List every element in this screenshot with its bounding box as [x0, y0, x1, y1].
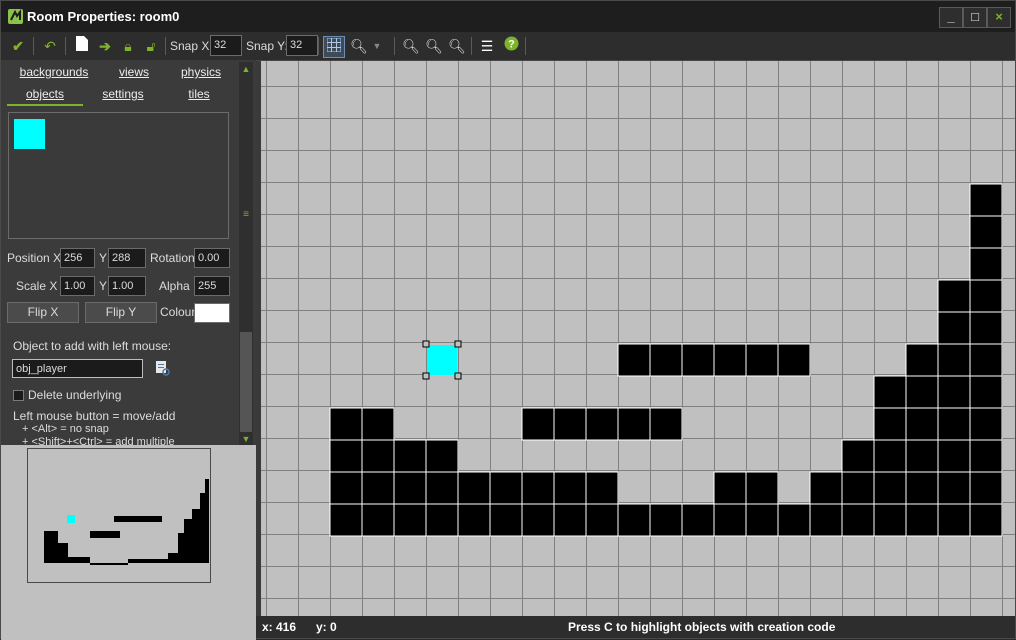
room-editor-canvas[interactable] — [261, 61, 1015, 616]
status-bar: x: 416 y: 0 Press C to highlight objects… — [256, 616, 1015, 638]
window-title: Room Properties: room0 — [27, 9, 180, 24]
room-walls — [329, 183, 1003, 537]
flip-x-button[interactable]: Flip X — [7, 302, 79, 323]
zoom-out-icon[interactable]: 🔍︎ — [401, 36, 421, 56]
close-button[interactable]: × — [987, 7, 1011, 28]
room-minimap-panel — [1, 445, 256, 640]
tab-tiles[interactable]: tiles — [161, 84, 237, 104]
unlock-icon[interactable]: 🔓︎ — [141, 36, 161, 56]
checkmark-icon[interactable]: ✔ — [8, 36, 28, 56]
list-icon[interactable]: ☰ — [477, 36, 497, 56]
scroll-thumb[interactable] — [240, 332, 252, 432]
left-panel: backgrounds views physics objects settin… — [1, 60, 256, 640]
position-x-field[interactable]: 256 — [60, 248, 95, 268]
minimize-button[interactable]: _ — [939, 7, 963, 28]
room-minimap[interactable] — [27, 448, 211, 583]
grid-icon[interactable] — [323, 36, 345, 58]
scale-x-field[interactable]: 1.00 — [60, 276, 95, 296]
scale-x-label: Scale X — [16, 279, 58, 293]
zoom-in-icon[interactable]: 🔍︎ — [424, 36, 444, 56]
chevron-down-icon[interactable]: ▼ — [367, 36, 387, 56]
status-message: Press C to highlight objects with creati… — [568, 620, 836, 634]
help-line-1: Left mouse button = move/add — [13, 409, 176, 423]
tab-backgrounds[interactable]: backgrounds — [9, 62, 99, 82]
new-page-icon[interactable] — [72, 36, 92, 56]
scroll-up-icon[interactable]: ▲ — [240, 64, 252, 74]
maximize-button[interactable]: □ — [963, 7, 987, 28]
zoom-dropdown-icon[interactable]: 🔍︎ — [349, 36, 369, 56]
minimap-drawing — [44, 479, 209, 565]
position-y-label: Y — [99, 251, 108, 265]
tab-settings[interactable]: settings — [85, 84, 161, 104]
position-y-field[interactable]: 288 — [108, 248, 146, 268]
scale-y-label: Y — [99, 279, 108, 293]
zoom-reset-icon[interactable]: 🔍︎ — [447, 36, 467, 56]
cursor-x-readout: x: 416 — [262, 620, 297, 634]
delete-underlying-label: Delete underlying — [28, 388, 122, 402]
flip-y-button[interactable]: Flip Y — [85, 302, 157, 323]
rotation-field[interactable]: 0.00 — [194, 248, 230, 268]
scroll-down-icon[interactable]: ▼ — [240, 434, 252, 444]
position-x-label: Position X — [7, 251, 62, 265]
toolbar-separator — [471, 37, 472, 55]
colour-label: Colour — [160, 305, 196, 319]
snap-x-input[interactable]: 32 — [210, 35, 242, 56]
scale-y-field[interactable]: 1.00 — [108, 276, 146, 296]
left-panel-scrollbar[interactable]: ▲ ≡ ▼ — [239, 62, 253, 446]
lock-icon[interactable]: 🔒︎ — [118, 36, 138, 56]
cursor-y-readout: y: 0 — [316, 620, 337, 634]
toolbar-separator — [33, 37, 34, 55]
alpha-field[interactable]: 255 — [194, 276, 230, 296]
toolbar: ✔ ↶ ➔ 🔒︎ 🔓︎ Snap X: 32 Snap Y: 32 🔍︎ ▼ 🔍… — [1, 32, 1015, 61]
room-properties-window: Room Properties: room0 _ □ × ✔ ↶ ➔ 🔒︎ 🔓︎… — [0, 0, 1016, 640]
title-bar: Room Properties: room0 _ □ × — [1, 1, 1015, 32]
snap-y-label: Snap Y: — [246, 39, 288, 53]
object-preview — [8, 112, 229, 239]
tab-physics[interactable]: physics — [156, 62, 246, 82]
toolbar-separator — [65, 37, 66, 55]
alpha-label: Alpha — [159, 279, 190, 293]
toolbar-separator — [525, 37, 526, 55]
object-sprite-preview — [14, 119, 45, 149]
object-name-field[interactable]: obj_player — [12, 359, 143, 378]
snap-y-input[interactable]: 32 — [286, 35, 318, 56]
help-icon[interactable]: ? — [501, 36, 521, 56]
object-picker-icon[interactable] — [156, 361, 170, 376]
rotation-label: Rotation — [150, 251, 195, 265]
player-object[interactable] — [422, 340, 462, 380]
help-line-2: + <Alt> = no snap — [22, 423, 109, 435]
toolbar-separator — [394, 37, 395, 55]
colour-swatch[interactable] — [194, 303, 230, 323]
tab-objects[interactable]: objects — [7, 84, 83, 106]
delete-underlying-checkbox[interactable] — [13, 390, 24, 401]
object-to-add-label: Object to add with left mouse: — [13, 339, 172, 353]
gamemaker-logo-icon — [8, 9, 23, 24]
undo-icon[interactable]: ↶ — [40, 36, 60, 56]
snap-x-label: Snap X: — [170, 39, 213, 53]
scroll-grip-icon: ≡ — [243, 209, 249, 220]
svg-text:?: ? — [508, 39, 515, 51]
arrow-right-icon[interactable]: ➔ — [95, 36, 115, 56]
toolbar-separator — [165, 37, 166, 55]
toolbar-separator — [318, 37, 319, 55]
